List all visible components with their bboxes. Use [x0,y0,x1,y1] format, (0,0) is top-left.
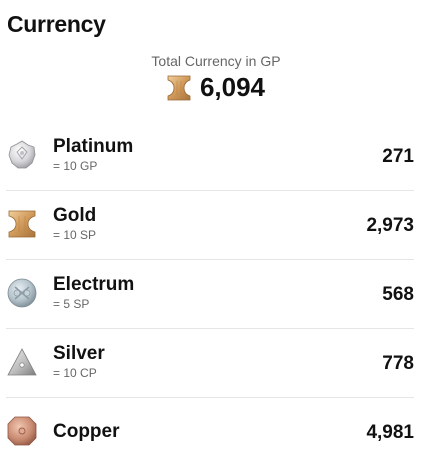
currency-amount[interactable]: 778 [382,353,414,375]
silver-coin-icon [7,348,37,376]
currency-rate: = 10 CP [53,366,97,380]
currency-name: Gold [53,205,97,226]
currency-row-platinum[interactable]: Platinum = 10 GP 271 [6,122,414,191]
total-currency-label: Total Currency in GP [151,53,281,69]
currency-name: Electrum [53,274,135,295]
currency-amount[interactable]: 4,981 [366,422,414,444]
currency-name: Copper [53,421,120,442]
copper-coin-icon [7,416,37,446]
currency-row-gold[interactable]: Gold = 10 SP 2,973 [6,191,414,260]
currency-rate: = 5 SP [53,297,90,311]
currency-rate: = 10 SP [53,228,97,242]
currency-panel: Currency Total Currency in GP 6,094 Plat… [0,0,432,467]
currency-amount[interactable]: 2,973 [366,215,414,237]
currency-row-electrum[interactable]: Electrum = 5 SP 568 [6,260,414,329]
currency-amount[interactable]: 568 [382,284,414,306]
currency-list: Platinum = 10 GP 271 Gold = 10 SP 2,973 [0,122,432,466]
currency-amount[interactable]: 271 [382,146,414,168]
currency-row-silver[interactable]: Silver = 10 CP 778 [6,329,414,398]
currency-rate: = 10 GP [53,159,98,173]
currency-name: Silver [53,343,105,364]
electrum-coin-icon [7,278,37,308]
page-title: Currency [7,11,106,37]
currency-row-copper[interactable]: Copper 4,981 [6,398,414,466]
platinum-coin-icon [8,140,36,169]
total-currency: 6,094 [0,72,432,103]
gold-coin-icon [8,210,36,238]
gold-coin-icon [167,75,191,100]
total-currency-value: 6,094 [199,72,266,102]
currency-name: Platinum [53,136,134,157]
